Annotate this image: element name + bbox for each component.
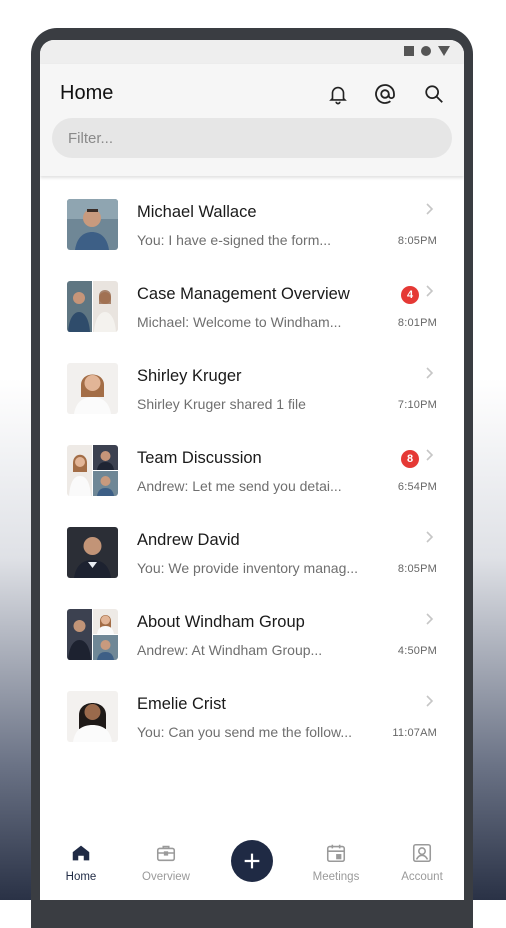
conversation-row[interactable]: Emelie Crist You: Can you send me the fo…	[40, 680, 464, 762]
chevron-right-icon	[426, 449, 434, 461]
circle-icon	[421, 46, 431, 56]
conversation-list: Michael Wallace You: I have e-signed the…	[40, 188, 464, 762]
conversation-name: Andrew David	[137, 531, 240, 549]
chevron-right-icon	[426, 203, 434, 215]
conversation-preview: You: Can you send me the follow...	[137, 724, 353, 740]
conversation-name: Team Discussion	[137, 449, 262, 467]
add-button[interactable]	[231, 840, 273, 882]
avatar	[67, 527, 118, 578]
bell-icon[interactable]	[324, 80, 352, 108]
conversation-preview: Shirley Kruger shared 1 file	[137, 396, 306, 412]
status-bar	[40, 40, 464, 64]
nav-overview[interactable]: Overview	[131, 842, 201, 883]
conversation-preview: Michael: Welcome to Windham...	[137, 314, 342, 330]
bottom-nav: Home Overview Meetings Account	[40, 830, 464, 890]
plus-icon	[244, 853, 260, 869]
conversation-name: Emelie Crist	[137, 695, 226, 713]
calendar-icon	[326, 844, 346, 863]
home-icon	[72, 845, 90, 861]
nav-label: Overview	[142, 871, 190, 883]
search-icon[interactable]	[420, 80, 448, 108]
filter-field[interactable]	[52, 118, 452, 158]
unread-badge: 4	[401, 286, 419, 304]
conversation-time: 11:07AM	[392, 727, 437, 739]
conversation-time: 8:05PM	[397, 563, 437, 575]
avatar	[67, 691, 118, 742]
nav-account[interactable]: Account	[387, 842, 457, 883]
conversation-time: 8:01PM	[397, 317, 437, 329]
conversation-preview: Andrew: Let me send you detai...	[137, 478, 342, 494]
nav-label: Home	[65, 871, 97, 883]
conversation-name: Case Management Overview	[137, 285, 350, 303]
app-screen: Home Michael Wallace You: I ha	[40, 40, 464, 900]
filter-input[interactable]	[52, 118, 428, 158]
chevron-right-icon	[426, 695, 434, 707]
conversation-name: About Windham Group	[137, 613, 305, 631]
avatar	[67, 609, 118, 660]
at-icon[interactable]	[371, 80, 399, 108]
chevron-right-icon	[426, 285, 434, 297]
conversation-row[interactable]: Shirley Kruger Shirley Kruger shared 1 f…	[40, 352, 464, 434]
conversation-time: 6:54PM	[397, 481, 437, 493]
triangle-icon	[438, 46, 450, 56]
briefcase-icon	[156, 845, 176, 862]
conversation-preview: You: We provide inventory manag...	[137, 560, 359, 576]
account-icon	[412, 843, 432, 863]
nav-label: Meetings	[312, 871, 360, 883]
unread-badge: 8	[401, 450, 419, 468]
chevron-right-icon	[426, 367, 434, 379]
conversation-row[interactable]: Case Management Overview Michael: Welcom…	[40, 270, 464, 352]
avatar	[67, 363, 118, 414]
avatar	[67, 199, 118, 250]
conversation-row[interactable]: About Windham Group Andrew: At Windham G…	[40, 598, 464, 680]
conversation-time: 8:05PM	[397, 235, 437, 247]
chevron-right-icon	[426, 531, 434, 543]
conversation-row[interactable]: Michael Wallace You: I have e-signed the…	[40, 188, 464, 270]
nav-label: Account	[401, 871, 443, 883]
app-header: Home	[40, 64, 464, 176]
conversation-time: 7:10PM	[397, 399, 437, 411]
conversation-row[interactable]: Team Discussion Andrew: Let me send you …	[40, 434, 464, 516]
conversation-time: 4:50PM	[397, 645, 437, 657]
conversation-row[interactable]: Andrew David You: We provide inventory m…	[40, 516, 464, 598]
page-title: Home	[60, 82, 114, 104]
nav-home[interactable]: Home	[46, 842, 116, 883]
conversation-preview: You: I have e-signed the form...	[137, 232, 332, 248]
chevron-right-icon	[426, 613, 434, 625]
conversation-preview: Andrew: At Windham Group...	[137, 642, 323, 658]
conversation-name: Michael Wallace	[137, 203, 257, 221]
nav-meetings[interactable]: Meetings	[301, 842, 371, 883]
avatar	[67, 281, 118, 332]
avatar	[67, 445, 118, 496]
conversation-name: Shirley Kruger	[137, 367, 242, 385]
square-icon	[404, 46, 414, 56]
